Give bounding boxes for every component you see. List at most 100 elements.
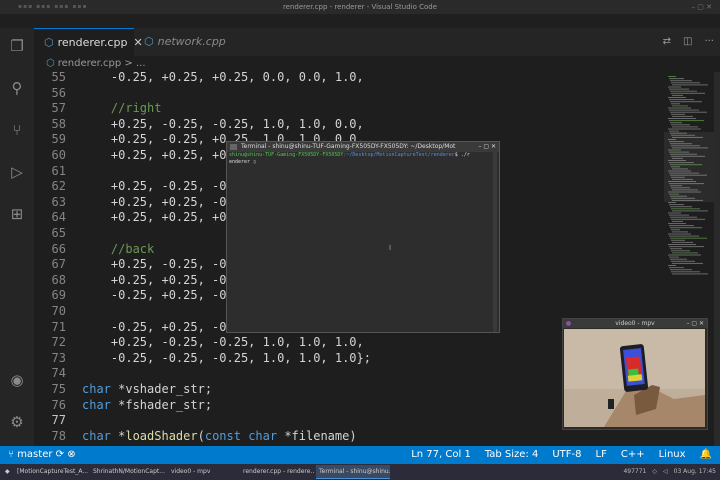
minimap-line — [672, 262, 703, 264]
search-icon[interactable]: ⚲ — [7, 78, 27, 98]
code-line[interactable]: 78 char *loadShader(const char *filename) — [34, 427, 357, 445]
minimap-line — [669, 120, 704, 122]
minimap-line — [669, 267, 684, 269]
terminal-titlebar: Terminal - shinu@shinu-TUF-Gaming-FX505D… — [227, 142, 499, 152]
minimap-line — [672, 84, 708, 86]
minimap-line — [668, 233, 691, 235]
terminal-window[interactable]: Terminal - shinu@shinu-TUF-Gaming-FX505D… — [226, 141, 500, 333]
minimap-line — [670, 206, 692, 208]
status-platform[interactable]: Linux — [659, 449, 686, 460]
activity-bar: ❐ ⚲ ⑂ ▷ ⊞ ◉ ⚙ — [0, 28, 34, 446]
sync-icon[interactable]: ⟳ — [56, 449, 64, 460]
minimap-line — [668, 202, 676, 203]
minimap-line — [668, 107, 691, 109]
minimap-line — [668, 244, 696, 245]
terminal-app-icon — [230, 144, 237, 150]
minimap-line — [669, 99, 694, 101]
editor-actions: ⇄ ◫ ··· — [651, 28, 714, 56]
status-position[interactable]: Ln 77, Col 1 — [411, 449, 471, 460]
minimap-line — [669, 235, 699, 237]
status-tab-size[interactable]: Tab Size: 4 — [485, 449, 539, 460]
split-editor-icon[interactable]: ◫ — [683, 36, 692, 47]
minimap-line — [671, 208, 700, 210]
minimap-line — [670, 258, 687, 260]
tab-renderer-cpp[interactable]: ⬡ renderer.cpp ✕ — [34, 28, 143, 56]
minimap-line — [672, 241, 693, 243]
taskbar-item-3[interactable]: video0 - mpv — [168, 465, 238, 479]
terminal-prompt-continuation: enderer ▯ — [229, 159, 257, 165]
minimap-line — [671, 103, 680, 105]
compare-icon[interactable]: ⇄ — [663, 36, 671, 47]
more-actions-icon[interactable]: ··· — [704, 36, 714, 47]
minimap-line — [672, 115, 693, 117]
status-eol[interactable]: LF — [596, 449, 607, 460]
code-line[interactable]: 55 -0.25, +0.25, +0.25, 0.0, 0.0, 1.0, — [34, 68, 364, 86]
minimap-line — [669, 204, 684, 206]
mpv-video-window[interactable]: video0 - mpv – ▢ ✕ — [562, 318, 708, 430]
minimap-line — [671, 229, 680, 231]
system-tray: 497771 ◇ ◁ 03 Aug, 17:45 — [617, 464, 716, 480]
minimap-line — [670, 248, 682, 250]
editor-scrollbar[interactable] — [714, 72, 720, 446]
taskbar-item-4[interactable]: renderer.cpp - rendere... — [240, 465, 314, 479]
minimap-line — [668, 223, 686, 224]
minimap-line — [669, 88, 689, 90]
taskbar-item-2[interactable]: ShrinathN/MotionCapt... — [90, 465, 166, 479]
notifications-bell-icon[interactable]: 🔔 — [700, 449, 712, 460]
cpp-file-icon: ⬡ — [144, 35, 154, 48]
status-encoding[interactable]: UTF-8 — [552, 449, 581, 460]
minimap-line — [668, 128, 701, 130]
extensions-icon[interactable]: ⊞ — [7, 204, 27, 224]
minimap-line — [668, 254, 701, 256]
account-icon[interactable]: ◉ — [7, 370, 27, 390]
explorer-icon[interactable]: ❐ — [7, 36, 27, 56]
terminal-title: Terminal - shinu@shinu-TUF-Gaming-FX505D… — [241, 143, 456, 150]
minimap-line — [671, 260, 695, 262]
video-frame — [564, 329, 705, 427]
minimap-viewport[interactable] — [664, 132, 714, 202]
tab-network-cpp[interactable]: ⬡ network.cpp — [134, 28, 234, 56]
minimap-line — [668, 265, 676, 266]
terminal-window-controls[interactable]: – ▢ ✕ — [478, 142, 496, 152]
window-controls[interactable]: – ▢ ✕ — [692, 0, 712, 14]
start-menu-icon[interactable]: ◆ — [2, 465, 12, 479]
menu-bar[interactable]: ▪▪▪ ▪▪▪ ▪▪▪ ▪▪▪ — [18, 0, 88, 14]
minimap-line — [669, 109, 699, 111]
minimap-line — [668, 212, 681, 214]
minimap-line — [669, 246, 704, 248]
tray-network-icon[interactable]: ◇ — [652, 468, 657, 475]
errors-icon[interactable]: ⊗ — [67, 449, 75, 460]
minimap-line — [670, 101, 702, 103]
mpv-window-controls[interactable]: – ▢ ✕ — [686, 319, 704, 328]
minimap-line — [668, 118, 696, 119]
status-branch[interactable]: ⑂ master ⟳ ⊗ — [8, 446, 76, 464]
minimap-line — [671, 239, 685, 241]
minimap-line — [670, 80, 692, 82]
minimap-line — [669, 78, 684, 80]
minimap-line — [672, 252, 698, 254]
editor-tabs: ⬡ renderer.cpp ✕ ⬡ network.cpp ⇄ ◫ ··· — [34, 28, 720, 56]
mpv-titlebar: video0 - mpv – ▢ ✕ — [563, 319, 707, 328]
video-frame-image — [564, 329, 705, 427]
minimap-line — [671, 124, 690, 126]
minimap-line — [672, 94, 683, 96]
run-debug-icon[interactable]: ▷ — [7, 162, 27, 182]
status-language[interactable]: C++ — [621, 449, 645, 460]
taskbar: ◆ [MotionCaptureTest_A... ShrinathN/Moti… — [0, 464, 720, 480]
minimap-line — [671, 218, 705, 220]
status-bar: ⑂ master ⟳ ⊗ Ln 77, Col 1 Tab Size: 4 UTF-… — [0, 446, 720, 464]
tray-datetime[interactable]: 03 Aug, 17:45 — [674, 468, 716, 475]
terminal-body[interactable]: shinu@shinu-TUF-Gaming-FX505DY-FX505DY:~… — [227, 152, 499, 332]
minimap-line — [672, 220, 683, 222]
taskbar-item-1[interactable]: [MotionCaptureTest_A... — [14, 465, 88, 479]
terminal-scrollbar[interactable] — [493, 152, 497, 332]
taskbar-item-5[interactable]: Terminal - shinu@shinu... — [316, 465, 390, 479]
source-control-icon[interactable]: ⑂ — [7, 120, 27, 140]
minimap-line — [670, 122, 682, 124]
tray-volume-icon[interactable]: ◁ — [663, 468, 668, 475]
settings-gear-icon[interactable]: ⚙ — [7, 412, 27, 432]
minimap-line — [672, 126, 698, 128]
mouse-cursor-icon: I — [389, 244, 392, 252]
code-line[interactable]: 73 -0.25, -0.25, -0.25, 1.0, 1.0, 1.0}; — [34, 349, 371, 367]
window-title: renderer.cpp - renderer - Visual Studio … — [282, 3, 438, 11]
